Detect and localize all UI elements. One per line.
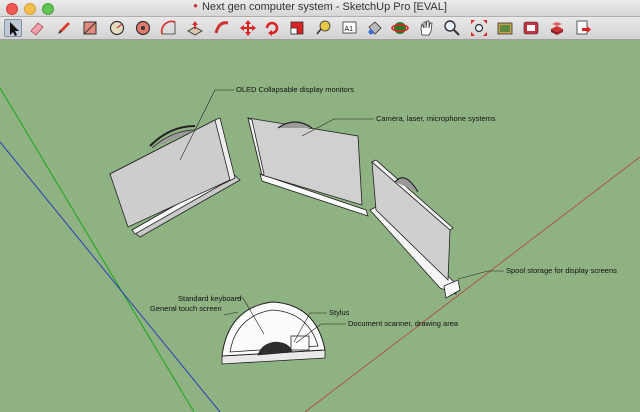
scale-tool-icon[interactable] <box>288 19 306 37</box>
move-tool-icon[interactable] <box>239 19 257 37</box>
zoom-tool-icon[interactable] <box>443 19 461 37</box>
oled-monitor-left <box>108 117 241 238</box>
select-tool-icon[interactable] <box>4 19 22 37</box>
eraser-tool-icon[interactable] <box>28 19 46 37</box>
label-standard-keyboard: Standard keyboard <box>178 294 242 303</box>
components-tool-icon[interactable] <box>548 19 566 37</box>
label-general-touch-screen: General touch screen <box>150 304 222 313</box>
rotate-tool-icon[interactable] <box>263 19 281 37</box>
modeling-viewport[interactable]: OLED Collapsable display monitors Camera… <box>0 40 640 412</box>
extension-warehouse-tool-icon[interactable] <box>522 19 540 37</box>
text-tool-icon[interactable]: A1 <box>340 19 358 37</box>
title-bar: ● Next gen computer system - SketchUp Pro… <box>0 0 640 17</box>
label-document-scanner: Document scanner, drawing area <box>348 319 459 328</box>
layout-send-tool-icon[interactable] <box>574 19 592 37</box>
main-toolbar: A1 <box>0 17 640 40</box>
zoom-extents-tool-icon[interactable] <box>470 19 488 37</box>
push-pull-tool-icon[interactable] <box>186 19 204 37</box>
label-camera-systems: Camera, laser, microphone systems <box>376 114 496 123</box>
label-oled-monitors: OLED Collapsable display monitors <box>236 85 354 94</box>
label-spool-storage: Spool storage for display screens <box>506 266 617 275</box>
follow-me-tool-icon[interactable] <box>213 19 231 37</box>
label-stylus: Stylus <box>329 308 350 317</box>
arc-tool-icon[interactable] <box>160 19 178 37</box>
text-tool-glyph: A1 <box>345 26 354 33</box>
green-axis <box>0 87 195 412</box>
warehouse-tool-icon[interactable] <box>496 19 514 37</box>
circle-tool-icon[interactable] <box>108 19 126 37</box>
pan-tool-icon[interactable] <box>417 19 435 37</box>
annotation-leaders <box>179 89 504 344</box>
polygon-tool-icon[interactable] <box>134 19 152 37</box>
pencil-tool-icon[interactable] <box>55 19 73 37</box>
paint-bucket-tool-icon[interactable] <box>366 19 384 37</box>
tape-measure-tool-icon[interactable] <box>314 19 332 37</box>
model-drawing <box>0 87 640 412</box>
window-title-area: ● Next gen computer system - SketchUp Pro… <box>0 1 640 13</box>
window-title: Next gen computer system - SketchUp Pro … <box>201 1 447 13</box>
rectangle-tool-icon[interactable] <box>81 19 99 37</box>
oled-monitor-right <box>369 159 461 299</box>
orbit-tool-icon[interactable] <box>391 19 409 37</box>
document-icon: ● <box>193 1 198 10</box>
